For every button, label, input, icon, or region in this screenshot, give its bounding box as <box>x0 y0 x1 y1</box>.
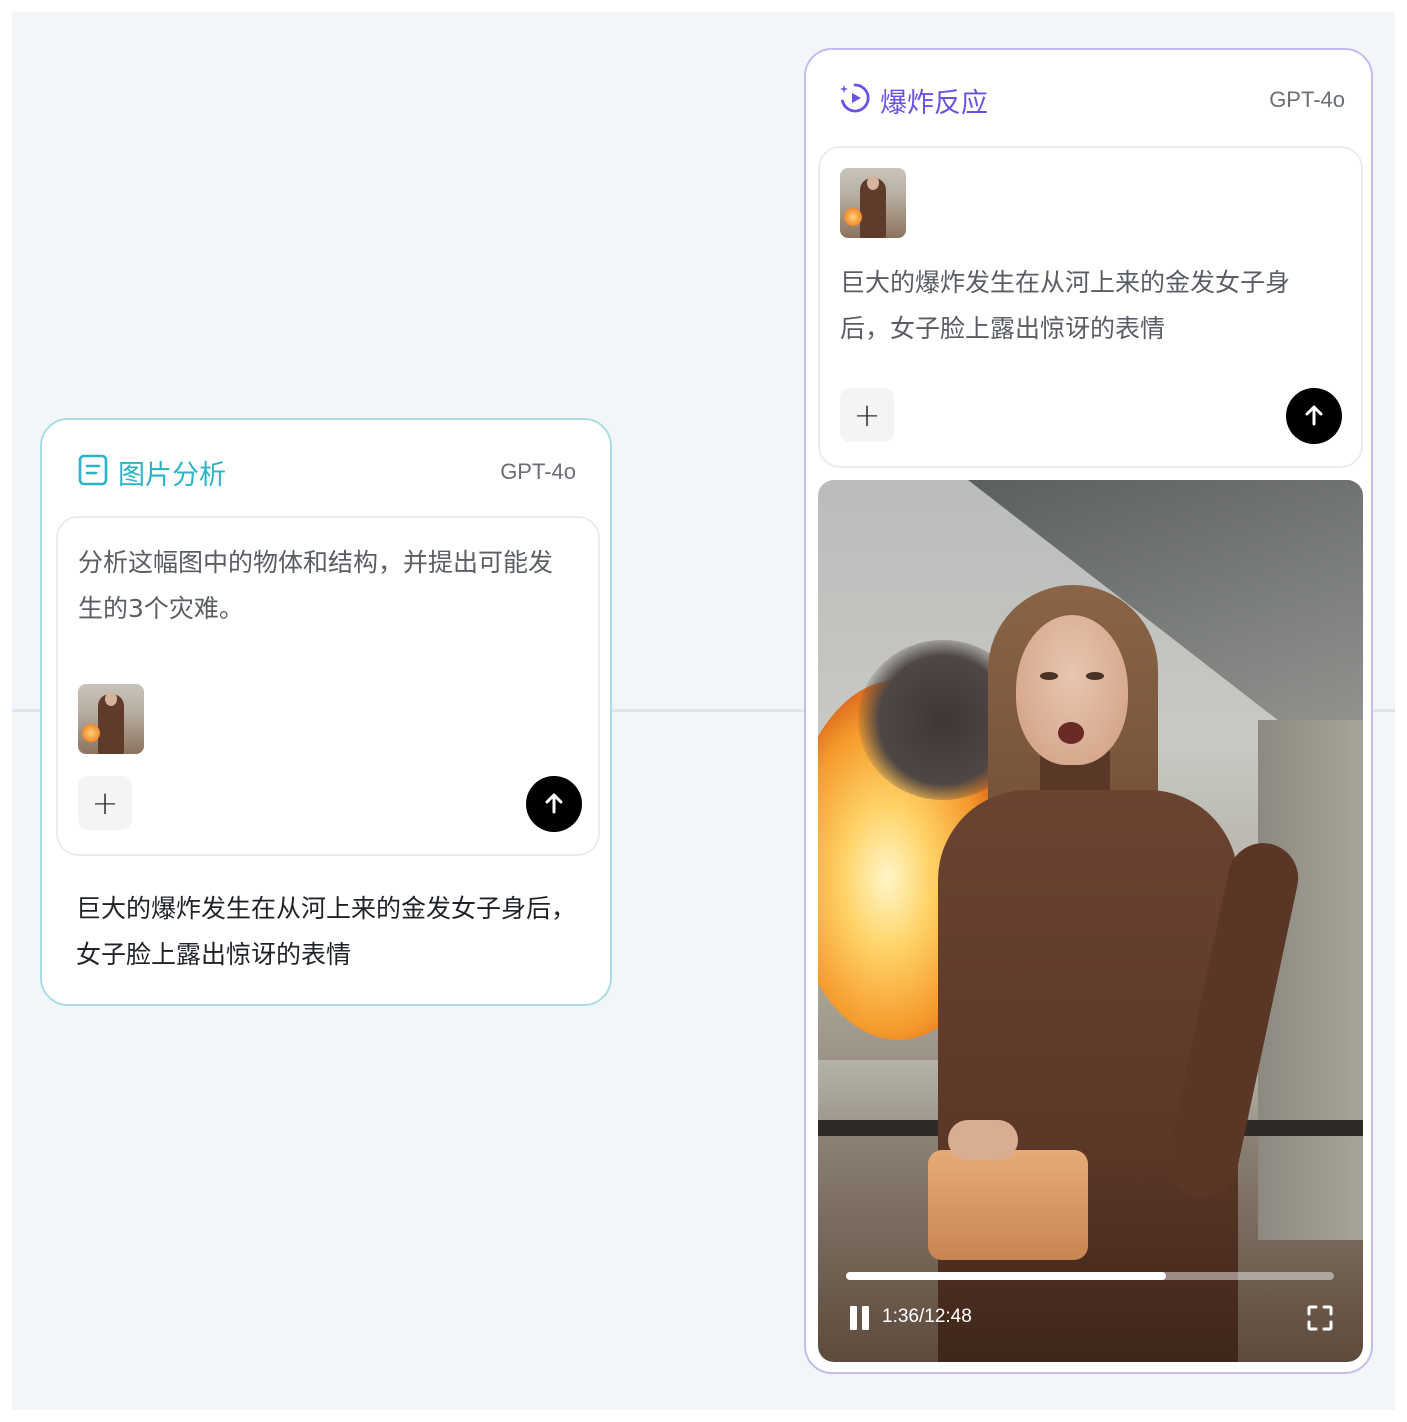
handbag <box>928 1150 1088 1260</box>
prompt-input-box[interactable]: 巨大的爆炸发生在从河上来的金发女子身后，女子脸上露出惊讶的表情 + <box>818 146 1363 468</box>
plus-icon: + <box>853 396 881 434</box>
arrow-up-icon <box>1305 405 1323 426</box>
video-sparkle-icon <box>838 81 872 119</box>
add-attachment-button[interactable]: + <box>78 776 132 830</box>
fullscreen-icon <box>1307 1305 1333 1331</box>
add-attachment-button[interactable]: + <box>840 388 894 442</box>
node-title: 图片分析 <box>118 459 226 491</box>
node-header: 爆炸反应 GPT-4o <box>838 80 1345 120</box>
prompt-text[interactable]: 分析这幅图中的物体和结构，并提出可能发生的3个灾难。 <box>78 540 576 632</box>
plus-icon: + <box>91 784 119 822</box>
video-player[interactable]: 1:36/12:48 <box>818 480 1363 1362</box>
attached-image-thumbnail[interactable] <box>78 684 144 754</box>
node-header: 图片分析 GPT-4o <box>78 454 576 491</box>
video-progress-fill <box>846 1272 1166 1280</box>
arrow-up-icon <box>545 793 563 814</box>
node-output-text: 巨大的爆炸发生在从河上来的金发女子身后，女子脸上露出惊讶的表情 <box>76 894 577 969</box>
send-button[interactable] <box>526 776 582 832</box>
fullscreen-button[interactable] <box>1306 1304 1334 1332</box>
attached-image-thumbnail[interactable] <box>840 168 906 238</box>
image-analysis-node[interactable]: 图片分析 GPT-4o 分析这幅图中的物体和结构，并提出可能发生的3个灾难。 +… <box>40 418 612 1006</box>
explosion-reaction-node[interactable]: 爆炸反应 GPT-4o 巨大的爆炸发生在从河上来的金发女子身后，女子脸上露出惊讶… <box>804 48 1373 1374</box>
pause-button[interactable] <box>850 1306 870 1330</box>
model-label[interactable]: GPT-4o <box>1269 87 1345 113</box>
video-time: 1:36/12:48 <box>882 1306 972 1327</box>
send-button[interactable] <box>1286 388 1342 444</box>
document-icon <box>78 454 108 490</box>
workflow-canvas[interactable]: 图片分析 GPT-4o 分析这幅图中的物体和结构，并提出可能发生的3个灾难。 +… <box>12 12 1395 1410</box>
prompt-text[interactable]: 巨大的爆炸发生在从河上来的金发女子身后，女子脸上露出惊讶的表情 <box>840 260 1335 352</box>
video-progress-bar[interactable] <box>846 1272 1334 1280</box>
node-title: 爆炸反应 <box>880 87 988 119</box>
model-label[interactable]: GPT-4o <box>500 459 576 485</box>
prompt-input-box[interactable]: 分析这幅图中的物体和结构，并提出可能发生的3个灾难。 + <box>56 516 600 856</box>
